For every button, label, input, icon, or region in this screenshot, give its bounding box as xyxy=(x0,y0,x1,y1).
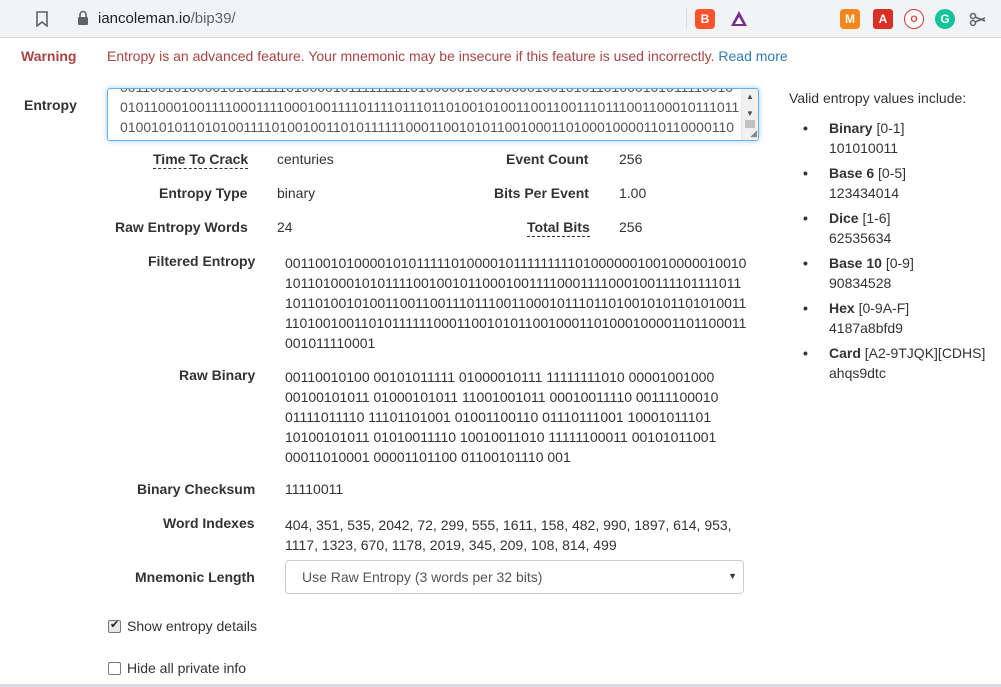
entropy-type-label: Entropy Type xyxy=(159,185,248,201)
raw-entropy-words-value: 24 xyxy=(277,219,293,235)
chevron-down-icon: ▼ xyxy=(728,571,737,581)
mnemonic-length-label: Mnemonic Length xyxy=(135,569,255,585)
raw-binary-label: Raw Binary xyxy=(179,367,256,383)
raw-entropy-words-label: Raw Entropy Words xyxy=(115,219,248,235)
scroll-up-icon[interactable]: ▲ xyxy=(746,92,754,101)
show-entropy-details-label[interactable]: Show entropy details xyxy=(127,618,257,634)
grammarly-icon[interactable]: G xyxy=(935,9,955,29)
list-item: Base 6 [0-5]123434014 xyxy=(803,163,1001,203)
filtered-entropy-value: 0011001010000101011111010000101111111110… xyxy=(285,255,747,351)
time-to-crack-label[interactable]: Time To Crack xyxy=(153,151,249,169)
extension-circle-icon[interactable]: O xyxy=(904,9,924,29)
bookmark-icon[interactable] xyxy=(36,11,48,27)
entropy-type-value: binary xyxy=(277,185,316,201)
warning-label: Warning xyxy=(21,48,77,64)
address-bar[interactable]: iancoleman.io/bip39/ xyxy=(98,10,236,27)
list-item: Hex [0-9A-F]4187a8bfd9 xyxy=(803,298,1001,338)
list-item: Card [A2-9TJQK][CDHS]ahqs9dtc xyxy=(803,343,1001,383)
read-more-link[interactable]: Read more xyxy=(718,48,787,64)
valid-entropy-title: Valid entropy values include: xyxy=(789,90,967,106)
event-count-label: Event Count xyxy=(506,151,589,167)
list-item: Dice [1-6]62535634 xyxy=(803,208,1001,248)
brave-rewards-icon[interactable] xyxy=(729,9,749,29)
hide-private-info-label[interactable]: Hide all private info xyxy=(127,660,246,676)
raw-binary-value: 00110010100 00101011111 01000010111 1111… xyxy=(285,369,719,465)
time-to-crack-value: centuries xyxy=(277,151,334,167)
entropy-label: Entropy xyxy=(24,97,77,113)
address-separator xyxy=(686,9,687,29)
binary-checksum-value: 11110011 xyxy=(285,481,344,497)
event-count-value: 256 xyxy=(619,151,643,167)
browser-toolbar: iancoleman.io/bip39/ B M A O G xyxy=(0,0,1001,38)
word-indexes-label: Word Indexes xyxy=(163,515,255,531)
mnemonic-length-select[interactable]: Use Raw Entropy (3 words per 32 bits) ▼ xyxy=(285,560,744,594)
lock-icon[interactable] xyxy=(77,10,89,26)
metamask-icon[interactable]: M xyxy=(840,9,860,29)
binary-checksum-label: Binary Checksum xyxy=(137,481,256,497)
total-bits-label[interactable]: Total Bits xyxy=(527,219,590,237)
warning-message: Entropy is an advanced feature. Your mne… xyxy=(107,48,788,64)
bits-per-event-label: Bits Per Event xyxy=(494,185,589,201)
extension-red-icon[interactable]: A xyxy=(873,9,893,29)
hide-private-info-checkbox[interactable] xyxy=(108,662,121,675)
scroll-down-icon[interactable]: ▼ xyxy=(746,109,754,118)
list-item: Binary [0-1]101010011 xyxy=(803,118,1001,158)
scissors-icon[interactable] xyxy=(968,9,988,29)
show-entropy-details-checkbox[interactable] xyxy=(108,618,121,633)
resize-handle-icon[interactable]: ◢ xyxy=(750,128,757,139)
mnemonic-length-selected: Use Raw Entropy (3 words per 32 bits) xyxy=(302,569,543,585)
filtered-entropy-label: Filtered Entropy xyxy=(148,253,256,269)
brave-shield-icon[interactable]: B xyxy=(695,9,715,29)
bits-per-event-value: 1.00 xyxy=(619,185,647,201)
entropy-textarea[interactable]: 0011001010000101011111010000101111111110… xyxy=(107,88,759,141)
scroll-thumb[interactable] xyxy=(745,120,755,128)
list-item: Base 10 [0-9]90834528 xyxy=(803,253,1001,293)
word-indexes-value: 404, 351, 535, 2042, 72, 299, 555, 1611,… xyxy=(285,517,732,553)
total-bits-value: 256 xyxy=(619,219,643,235)
valid-entropy-list: Binary [0-1]101010011 Base 6 [0-5]123434… xyxy=(803,118,1001,388)
entropy-value: 0011001010000101011111010000101111111110… xyxy=(120,89,740,140)
